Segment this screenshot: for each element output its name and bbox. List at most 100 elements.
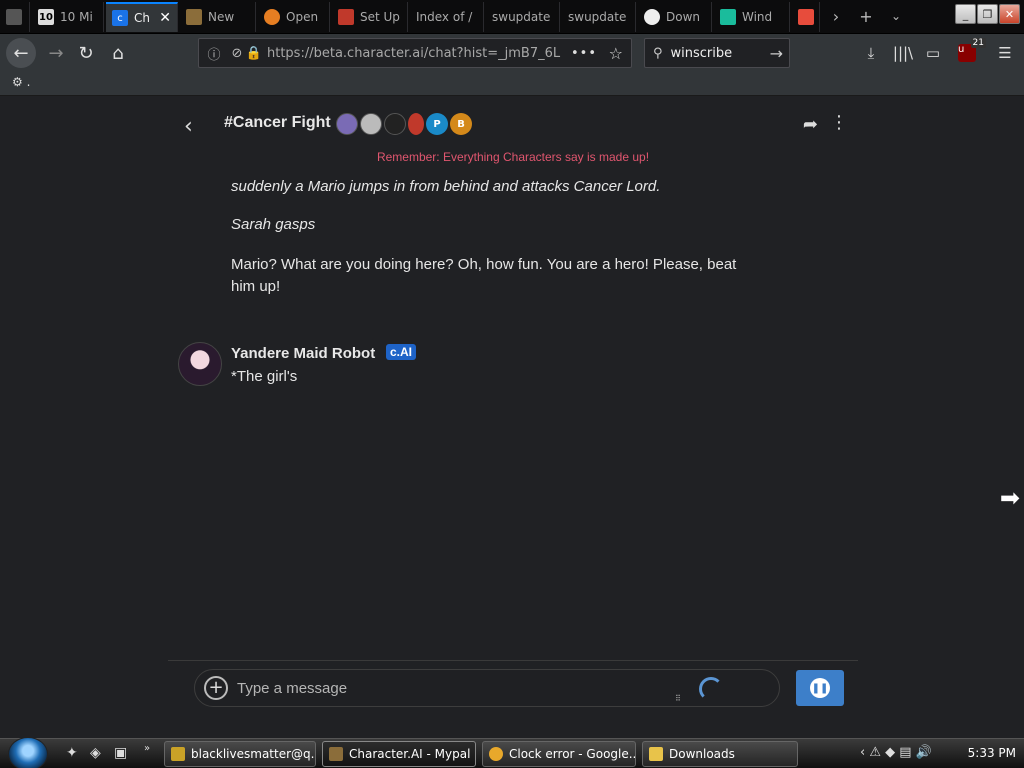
search-bar[interactable]: ⚲ winscribe → (644, 38, 790, 68)
tab-label: Open (286, 10, 319, 24)
cai-badge: c.AI (386, 344, 417, 360)
taskbar-button[interactable]: Downloads (642, 741, 798, 767)
tab-label: Index of / (416, 10, 473, 24)
tab-3[interactable]: Open (258, 2, 330, 32)
window-controls: _ ❐ ✕ (954, 4, 1020, 24)
minimize-icon[interactable]: _ (955, 4, 976, 24)
back-arrow-icon[interactable]: ← (6, 38, 36, 68)
folder-icon (649, 747, 663, 761)
participant-avatar-p[interactable]: P (426, 113, 448, 135)
navigation-bar: ← → ↻ ⌂ ⓘ ⊘ 🔒 https://beta.character.ai/… (0, 34, 1024, 72)
taskbar-button-active[interactable]: Character.AI - Mypal (322, 741, 476, 767)
add-icon[interactable]: + (204, 676, 228, 700)
bookmark-item[interactable]: ⚙ . (12, 75, 30, 89)
taskbar-button-label: blacklivesmatter@q... (191, 747, 316, 761)
resize-handle-icon[interactable]: ⠿ (675, 694, 681, 703)
bookmark-star-icon[interactable]: ☆ (609, 44, 623, 63)
sidebar-icon[interactable]: ▭ (920, 40, 946, 66)
pause-icon: ❚❚ (810, 678, 830, 698)
tab-label: Set Up (360, 10, 400, 24)
tab-2[interactable]: New (180, 2, 256, 32)
taskbar-button[interactable]: blacklivesmatter@q... (164, 741, 316, 767)
system-tray-icons[interactable]: ‹ ⚠ ◆ ▤ 🔊 (860, 745, 932, 760)
message-text: Sarah gasps (231, 216, 316, 233)
tab-favicon (720, 9, 736, 25)
library-icon[interactable]: |||\ (890, 40, 916, 66)
pause-button[interactable]: ❚❚ (796, 670, 844, 706)
tab-5[interactable]: Index of / (410, 2, 484, 32)
participant-avatars: P B (336, 113, 474, 135)
quicklaunch-icon[interactable]: ✦ (66, 745, 78, 761)
message-composer: + ⠿ (194, 669, 780, 707)
share-icon[interactable]: ➦ (803, 114, 818, 135)
bookmark-label: . (26, 75, 31, 89)
back-chevron-icon[interactable]: ‹ (184, 114, 193, 139)
tab-favicon (264, 9, 280, 25)
start-button[interactable] (8, 737, 48, 768)
search-go-icon[interactable]: → (770, 44, 783, 63)
taskbar: ✦ ◈ ▣ » blacklivesmatter@q... Character.… (0, 737, 1024, 768)
taskbar-button-label: Clock error - Google... (509, 747, 636, 761)
tab-4[interactable]: Set Up (332, 2, 408, 32)
tab-overflow[interactable] (0, 2, 30, 32)
tab-favicon (6, 9, 22, 25)
quicklaunch-overflow-icon[interactable]: » (144, 743, 150, 754)
tab-list-icon[interactable]: ⌄ (884, 0, 908, 32)
url-text[interactable]: https://beta.character.ai/chat?hist=_jmB… (267, 46, 567, 61)
tab-active[interactable]: c Ch ✕ (106, 2, 178, 32)
taskbar-button-label: Downloads (669, 747, 735, 761)
clock[interactable]: 5:33 PM (968, 746, 1016, 760)
new-tab-icon[interactable]: + (854, 0, 878, 32)
reload-icon[interactable]: ↻ (72, 39, 100, 67)
info-icon[interactable]: ⓘ (203, 44, 225, 63)
tab-6[interactable]: swupdate (486, 2, 560, 32)
participant-avatar[interactable] (384, 113, 406, 135)
home-icon[interactable]: ⌂ (104, 39, 132, 67)
more-options-icon[interactable]: ⋮ (830, 112, 848, 133)
ublock-icon[interactable]: u 21 (954, 38, 986, 66)
page-actions-icon[interactable]: ••• (571, 46, 597, 61)
forward-arrow-icon[interactable]: → (42, 39, 70, 67)
tab-10[interactable] (792, 2, 820, 32)
participant-avatar[interactable] (360, 113, 382, 135)
close-window-icon[interactable]: ✕ (999, 4, 1020, 24)
ublock-badge: 21 (970, 38, 986, 48)
bookmark-favicon: ⚙ (12, 75, 23, 89)
download-icon[interactable]: ⤓ (858, 40, 884, 66)
bot-name[interactable]: Yandere Maid Robot (231, 345, 375, 362)
close-tab-icon[interactable]: ✕ (159, 10, 171, 26)
tab-favicon: 10 (38, 9, 54, 25)
quicklaunch-icon[interactable]: ◈ (90, 745, 101, 761)
message-input[interactable] (237, 676, 677, 700)
tracking-protection-icon[interactable]: ⊘ (229, 46, 245, 61)
bot-message-text: *The girl's (231, 368, 298, 385)
show-desktop-icon[interactable]: ▣ (114, 745, 127, 761)
participant-avatar-b[interactable]: B (450, 113, 472, 135)
tab-7[interactable]: swupdate (562, 2, 636, 32)
bot-avatar[interactable] (178, 342, 222, 386)
chrome-icon (489, 747, 503, 761)
loading-spinner-icon (699, 677, 723, 701)
divider (168, 660, 858, 661)
maximize-icon[interactable]: ❐ (977, 4, 998, 24)
tab-9[interactable]: Wind (714, 2, 790, 32)
lock-icon: 🔒 (245, 45, 263, 61)
menu-icon[interactable]: ☰ (992, 40, 1018, 66)
tab-favicon (644, 9, 660, 25)
tab-label: swupdate (492, 10, 551, 24)
search-input[interactable]: winscribe (671, 46, 733, 61)
url-bar[interactable]: ⓘ ⊘ 🔒 https://beta.character.ai/chat?his… (198, 38, 632, 68)
participant-avatar[interactable] (408, 113, 424, 135)
app-icon (329, 747, 343, 761)
tab-label: Down (666, 10, 701, 24)
right-arrow-icon[interactable]: ➡ (1000, 484, 1020, 512)
taskbar-button[interactable]: Clock error - Google... (482, 741, 636, 767)
room-title: #Cancer Fight (224, 114, 331, 131)
tab-8[interactable]: Down (638, 2, 712, 32)
participant-avatar[interactable] (336, 113, 358, 135)
character-ai-icon: c (112, 10, 128, 26)
scroll-tabs-right-icon[interactable]: › (824, 0, 848, 32)
tab-label: 10 Mi (60, 10, 93, 24)
tab-favicon (338, 9, 354, 25)
tab-0[interactable]: 10 10 Mi (32, 2, 104, 32)
